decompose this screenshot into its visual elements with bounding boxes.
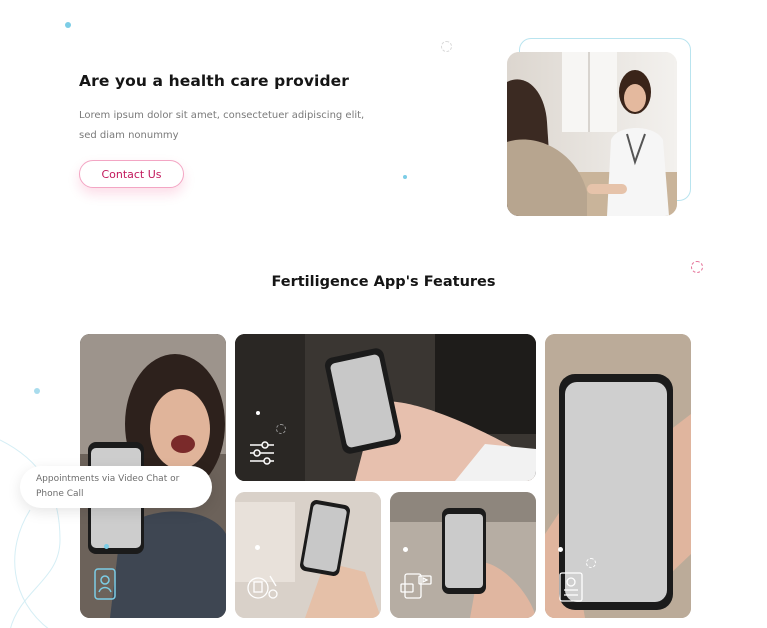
feature-callout-text: Appointments via Video Chat or Phone Cal… xyxy=(36,474,180,499)
feature-card-chat[interactable] xyxy=(390,492,536,618)
decor-dot xyxy=(558,547,563,552)
decor-ring xyxy=(586,558,596,568)
decor-ring xyxy=(441,41,452,52)
hero-title: Are you a health care provider xyxy=(79,72,350,90)
feature-card-report[interactable] xyxy=(545,334,691,618)
decor-dot xyxy=(403,175,407,179)
doctor-patient-photo xyxy=(507,52,677,216)
feature-card-medical-tools[interactable] xyxy=(235,492,381,618)
decor-dot xyxy=(403,547,408,552)
contact-card-icon xyxy=(92,566,118,606)
decor-ring xyxy=(691,261,703,273)
decor-ring xyxy=(276,424,286,434)
medical-report-icon xyxy=(557,570,585,608)
decor-dot xyxy=(34,388,40,394)
feature-callout: Appointments via Video Chat or Phone Cal… xyxy=(20,466,212,508)
chat-video-icon xyxy=(399,570,433,606)
hero-description: Lorem ipsum dolor sit amet, consectetuer… xyxy=(79,110,365,141)
decor-dot xyxy=(255,545,260,550)
decor-dot xyxy=(256,411,260,415)
decor-dot xyxy=(65,22,71,28)
contact-us-button[interactable]: Contact Us xyxy=(79,160,184,188)
feature-card-settings[interactable] xyxy=(235,334,536,481)
decor-dot xyxy=(104,544,109,549)
medical-tools-icon xyxy=(246,570,280,606)
sliders-icon xyxy=(247,438,277,472)
features-title: Fertiligence App's Features xyxy=(271,274,496,290)
